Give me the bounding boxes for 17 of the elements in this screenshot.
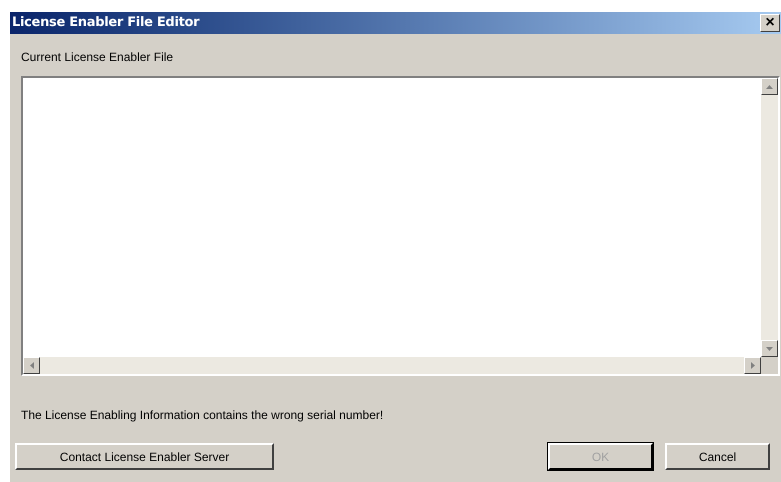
scroll-down-button[interactable] — [761, 340, 778, 357]
horizontal-scrollbar[interactable] — [23, 357, 761, 374]
error-message: The License Enabling Information contains the wrong serial number! — [21, 407, 384, 424]
right-arrow-icon — [750, 362, 754, 369]
field-label: Current License Enabler File — [21, 49, 174, 66]
left-arrow-icon — [30, 362, 34, 369]
vertical-scrollbar[interactable] — [761, 78, 778, 357]
dialog-button[interactable]: Cancel — [665, 443, 770, 470]
dialog-button[interactable]: Contact License Enabler Server — [15, 443, 274, 470]
down-arrow-icon — [766, 346, 773, 350]
scroll-right-button[interactable] — [744, 357, 761, 374]
scroll-left-button[interactable] — [23, 357, 40, 374]
close-button[interactable]: × — [760, 14, 780, 32]
up-arrow-icon — [766, 84, 773, 88]
window-title: License Enabler File Editor — [12, 14, 200, 32]
scroll-up-button[interactable] — [761, 78, 778, 95]
scrollbar-corner — [761, 357, 778, 374]
